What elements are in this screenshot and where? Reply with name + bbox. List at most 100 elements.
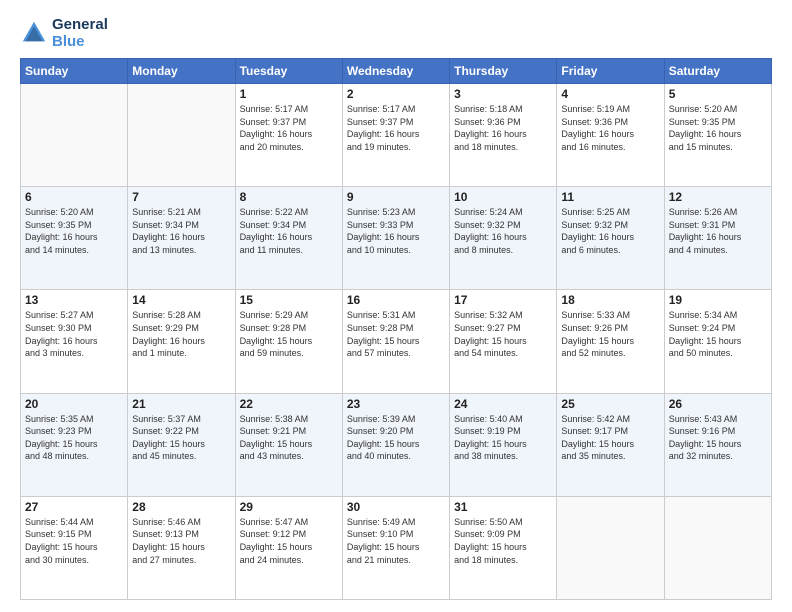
day-info: Sunrise: 5:20 AM Sunset: 9:35 PM Dayligh… [669,103,767,153]
calendar-cell: 22Sunrise: 5:38 AM Sunset: 9:21 PM Dayli… [235,393,342,496]
day-number: 25 [561,397,659,411]
day-number: 22 [240,397,338,411]
calendar-week-row: 27 Sunrise: 5:44 AM Sunset: 9:15 PM Dayli… [21,496,772,599]
calendar-cell: 27 Sunrise: 5:44 AM Sunset: 9:15 PM Dayli… [21,496,128,599]
day-number: 9 [347,190,445,204]
day-info: Sunrise: 5:42 AM Sunset: 9:17 PM Dayligh… [561,413,659,463]
day-info: Sunrise: 5:22 AM Sunset: 9:34 PM Dayligh… [240,206,338,256]
day-info: Sunrise: 5:39 AM Sunset: 9:20 PM Dayligh… [347,413,445,463]
day-number: 30 [347,500,445,514]
logo-icon [20,19,48,47]
calendar-cell: 17 Sunrise: 5:32 AM Sunset: 9:27 PM Dayli… [450,290,557,393]
day-info: Sunrise: 5:49 AM Sunset: 9:10 PM Dayligh… [347,516,445,566]
calendar-cell: 29 Sunrise: 5:47 AM Sunset: 9:12 PM Dayli… [235,496,342,599]
calendar-day-header: Sunday [21,59,128,84]
day-number: 20 [25,397,123,411]
day-info: Sunrise: 5:29 AM Sunset: 9:28 PM Dayligh… [240,309,338,359]
calendar-cell: 10 Sunrise: 5:24 AM Sunset: 9:32 PM Dayli… [450,187,557,290]
day-info: Sunrise: 5:47 AM Sunset: 9:12 PM Dayligh… [240,516,338,566]
day-info: Sunrise: 5:37 AM Sunset: 9:22 PM Dayligh… [132,413,230,463]
calendar-cell [21,84,128,187]
calendar-cell: 19Sunrise: 5:34 AM Sunset: 9:24 PM Dayli… [664,290,771,393]
day-info: Sunrise: 5:44 AM Sunset: 9:15 PM Dayligh… [25,516,123,566]
day-number: 18 [561,293,659,307]
day-info: Sunrise: 5:21 AM Sunset: 9:34 PM Dayligh… [132,206,230,256]
calendar-cell: 1 Sunrise: 5:17 AM Sunset: 9:37 PM Daylig… [235,84,342,187]
day-number: 13 [25,293,123,307]
day-number: 26 [669,397,767,411]
calendar-cell: 13 Sunrise: 5:27 AM Sunset: 9:30 PM Dayli… [21,290,128,393]
day-info: Sunrise: 5:18 AM Sunset: 9:36 PM Dayligh… [454,103,552,153]
calendar-cell [664,496,771,599]
calendar-table: SundayMondayTuesdayWednesdayThursdayFrid… [20,58,772,600]
calendar-cell: 6 Sunrise: 5:20 AM Sunset: 9:35 PM Daylig… [21,187,128,290]
day-info: Sunrise: 5:20 AM Sunset: 9:35 PM Dayligh… [25,206,123,256]
day-number: 7 [132,190,230,204]
day-info: Sunrise: 5:46 AM Sunset: 9:13 PM Dayligh… [132,516,230,566]
day-info: Sunrise: 5:31 AM Sunset: 9:28 PM Dayligh… [347,309,445,359]
day-info: Sunrise: 5:43 AM Sunset: 9:16 PM Dayligh… [669,413,767,463]
calendar-cell: 11 Sunrise: 5:25 AM Sunset: 9:32 PM Dayli… [557,187,664,290]
day-info: Sunrise: 5:25 AM Sunset: 9:32 PM Dayligh… [561,206,659,256]
day-info: Sunrise: 5:50 AM Sunset: 9:09 PM Dayligh… [454,516,552,566]
day-info: Sunrise: 5:26 AM Sunset: 9:31 PM Dayligh… [669,206,767,256]
day-info: Sunrise: 5:35 AM Sunset: 9:23 PM Dayligh… [25,413,123,463]
day-number: 2 [347,87,445,101]
day-info: Sunrise: 5:24 AM Sunset: 9:32 PM Dayligh… [454,206,552,256]
calendar-cell: 26 Sunrise: 5:43 AM Sunset: 9:16 PM Dayli… [664,393,771,496]
calendar-cell: 16 Sunrise: 5:31 AM Sunset: 9:28 PM Dayli… [342,290,449,393]
calendar-cell: 12 Sunrise: 5:26 AM Sunset: 9:31 PM Dayli… [664,187,771,290]
calendar-cell: 23Sunrise: 5:39 AM Sunset: 9:20 PM Dayli… [342,393,449,496]
calendar-week-row: 13 Sunrise: 5:27 AM Sunset: 9:30 PM Dayli… [21,290,772,393]
day-number: 3 [454,87,552,101]
calendar-cell: 15 Sunrise: 5:29 AM Sunset: 9:28 PM Dayli… [235,290,342,393]
calendar-cell: 5Sunrise: 5:20 AM Sunset: 9:35 PM Daylig… [664,84,771,187]
calendar-cell: 9Sunrise: 5:23 AM Sunset: 9:33 PM Daylig… [342,187,449,290]
day-info: Sunrise: 5:40 AM Sunset: 9:19 PM Dayligh… [454,413,552,463]
day-info: Sunrise: 5:17 AM Sunset: 9:37 PM Dayligh… [240,103,338,153]
calendar-cell [557,496,664,599]
calendar-day-header: Friday [557,59,664,84]
day-info: Sunrise: 5:32 AM Sunset: 9:27 PM Dayligh… [454,309,552,359]
day-number: 31 [454,500,552,514]
calendar-cell: 18 Sunrise: 5:33 AM Sunset: 9:26 PM Dayli… [557,290,664,393]
calendar-week-row: 6 Sunrise: 5:20 AM Sunset: 9:35 PM Daylig… [21,187,772,290]
day-number: 11 [561,190,659,204]
calendar-week-row: 20 Sunrise: 5:35 AM Sunset: 9:23 PM Dayli… [21,393,772,496]
day-number: 10 [454,190,552,204]
day-number: 16 [347,293,445,307]
calendar-cell: 8 Sunrise: 5:22 AM Sunset: 9:34 PM Daylig… [235,187,342,290]
day-number: 28 [132,500,230,514]
day-number: 21 [132,397,230,411]
calendar-header-row: SundayMondayTuesdayWednesdayThursdayFrid… [21,59,772,84]
calendar-cell: 25 Sunrise: 5:42 AM Sunset: 9:17 PM Dayli… [557,393,664,496]
day-info: Sunrise: 5:27 AM Sunset: 9:30 PM Dayligh… [25,309,123,359]
logo-text: General Blue [52,16,108,50]
calendar-cell: 31 Sunrise: 5:50 AM Sunset: 9:09 PM Dayli… [450,496,557,599]
day-number: 6 [25,190,123,204]
day-number: 27 [25,500,123,514]
day-number: 12 [669,190,767,204]
day-number: 1 [240,87,338,101]
calendar-day-header: Monday [128,59,235,84]
day-info: Sunrise: 5:28 AM Sunset: 9:29 PM Dayligh… [132,309,230,359]
day-info: Sunrise: 5:33 AM Sunset: 9:26 PM Dayligh… [561,309,659,359]
day-number: 29 [240,500,338,514]
calendar-cell: 24Sunrise: 5:40 AM Sunset: 9:19 PM Dayli… [450,393,557,496]
logo: General Blue [20,16,108,50]
day-number: 19 [669,293,767,307]
calendar-cell: 3 Sunrise: 5:18 AM Sunset: 9:36 PM Daylig… [450,84,557,187]
calendar-cell: 30 Sunrise: 5:49 AM Sunset: 9:10 PM Dayli… [342,496,449,599]
day-number: 15 [240,293,338,307]
calendar-day-header: Tuesday [235,59,342,84]
day-info: Sunrise: 5:17 AM Sunset: 9:37 PM Dayligh… [347,103,445,153]
page: General Blue SundayMondayTuesdayWednesda… [0,0,792,612]
calendar-cell: 4Sunrise: 5:19 AM Sunset: 9:36 PM Daylig… [557,84,664,187]
calendar-cell [128,84,235,187]
calendar-cell: 20 Sunrise: 5:35 AM Sunset: 9:23 PM Dayli… [21,393,128,496]
day-number: 8 [240,190,338,204]
day-info: Sunrise: 5:19 AM Sunset: 9:36 PM Dayligh… [561,103,659,153]
day-number: 17 [454,293,552,307]
calendar-cell: 28 Sunrise: 5:46 AM Sunset: 9:13 PM Dayli… [128,496,235,599]
calendar-cell: 7 Sunrise: 5:21 AM Sunset: 9:34 PM Daylig… [128,187,235,290]
